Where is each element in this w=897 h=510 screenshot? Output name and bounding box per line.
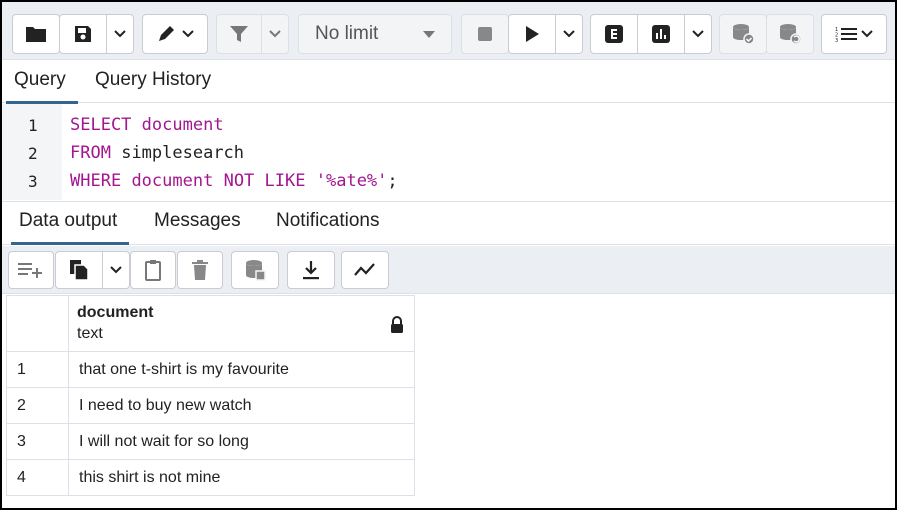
line-number: 3 (28, 172, 38, 191)
graph-visualiser-button[interactable] (341, 251, 389, 289)
filter-icon (230, 26, 248, 42)
caret-down-icon (423, 31, 435, 38)
keyword: LIKE (264, 171, 306, 191)
save-icon (75, 26, 91, 42)
execute-query-button[interactable] (508, 14, 556, 54)
tab-notifications[interactable]: Notifications (276, 210, 380, 232)
database-rollback-icon (780, 24, 802, 45)
macros-button[interactable]: 123 (821, 14, 887, 54)
paste-button[interactable] (130, 251, 176, 289)
row-number-header[interactable] (6, 295, 69, 352)
chevron-down-icon (861, 30, 873, 38)
identifier: simplesearch (121, 143, 245, 163)
download-icon (303, 261, 319, 280)
list-icon: 123 (835, 27, 857, 42)
table-row[interactable]: 4 this shirt is not mine (6, 459, 415, 496)
copy-button[interactable] (55, 251, 103, 289)
table-cell[interactable]: I will not wait for so long (68, 423, 415, 460)
query-tabs: Query Query History (2, 61, 895, 104)
trash-icon (192, 260, 208, 280)
add-row-button[interactable] (8, 251, 54, 289)
database-check-icon (733, 24, 755, 45)
code-line-1: SELECT document (70, 115, 224, 135)
tab-data-output[interactable]: Data output (10, 210, 130, 245)
results-grid: document text 1 that one t-shirt is my f… (6, 295, 415, 496)
row-limit-value: No limit (315, 23, 379, 44)
edit-button[interactable] (142, 14, 208, 54)
filter-options-dropdown[interactable] (261, 14, 289, 54)
pencil-icon (159, 26, 174, 41)
row-limit-select[interactable]: No limit (298, 14, 452, 54)
table-row[interactable]: 3 I will not wait for so long (6, 423, 415, 460)
chevron-down-icon (110, 266, 122, 274)
execute-options-dropdown[interactable] (555, 14, 583, 54)
stop-query-button[interactable] (461, 14, 509, 54)
stop-icon (478, 27, 492, 41)
line-number: 2 (28, 144, 38, 163)
keyword: SELECT (70, 115, 132, 135)
table-row[interactable]: 1 that one t-shirt is my favourite (6, 351, 415, 388)
lock-icon (391, 316, 403, 333)
keyword: FROM (70, 143, 111, 163)
column-type: text (77, 325, 103, 342)
column-header-document[interactable]: document text (68, 295, 415, 352)
result-tabs: Data output Messages Notifications (2, 201, 895, 245)
tab-query[interactable]: Query (6, 69, 78, 104)
database-save-icon (246, 260, 266, 281)
copy-options-dropdown[interactable] (102, 251, 130, 289)
keyword: WHERE (70, 171, 122, 191)
row-number[interactable]: 4 (6, 459, 69, 496)
table-row[interactable]: 2 I need to buy new watch (6, 387, 415, 424)
copy-icon (70, 260, 89, 281)
line-chart-icon (354, 263, 375, 276)
delete-row-button[interactable] (177, 251, 223, 289)
table-cell[interactable]: I need to buy new watch (68, 387, 415, 424)
chevron-down-icon (692, 30, 704, 38)
explain-button[interactable] (590, 14, 638, 54)
add-row-icon (18, 263, 42, 278)
keyword: document (141, 115, 224, 135)
download-button[interactable] (287, 251, 335, 289)
sql-editor[interactable]: 1 2 3 SELECT document FROM simplesearch … (2, 104, 895, 200)
svg-text:3: 3 (835, 38, 838, 42)
row-number[interactable]: 2 (6, 387, 69, 424)
keyword: document (131, 171, 214, 191)
semicolon: ; (387, 171, 398, 191)
rollback-button[interactable] (766, 14, 814, 54)
column-name: document (77, 304, 154, 321)
explain-options-dropdown[interactable] (684, 14, 712, 54)
save-file-button[interactable] (59, 14, 107, 54)
commit-button[interactable] (719, 14, 767, 54)
row-number[interactable]: 3 (6, 423, 69, 460)
keyword: NOT (223, 171, 255, 191)
line-number: 1 (28, 116, 38, 135)
row-number[interactable]: 1 (6, 351, 69, 388)
chevron-down-icon (114, 30, 126, 38)
code-line-2: FROM simplesearch (70, 143, 244, 163)
line-number-gutter: 1 2 3 (2, 104, 62, 200)
folder-icon (26, 27, 46, 42)
pgadmin-query-tool: No limit 123 Query Query History 1 2 3 S… (0, 0, 897, 510)
clipboard-icon (145, 260, 161, 281)
bar-chart-icon (652, 25, 670, 43)
tab-query-history[interactable]: Query History (95, 69, 211, 91)
play-icon (526, 26, 539, 42)
code-line-3: WHERE document NOT LIKE '%ate%'; (70, 171, 398, 191)
string-literal: '%ate%' (315, 171, 388, 191)
table-cell[interactable]: that one t-shirt is my favourite (68, 351, 415, 388)
save-options-dropdown[interactable] (106, 14, 134, 54)
explain-analyze-button[interactable] (637, 14, 685, 54)
tab-messages[interactable]: Messages (154, 210, 241, 232)
grid-header-row: document text (6, 295, 415, 352)
chevron-down-icon (563, 30, 575, 38)
result-toolbar (2, 246, 895, 294)
filter-button[interactable] (216, 14, 262, 54)
explain-icon (605, 25, 623, 43)
open-file-button[interactable] (12, 14, 60, 54)
main-toolbar: No limit 123 (2, 2, 895, 60)
chevron-down-icon (269, 30, 281, 38)
save-data-button[interactable] (231, 251, 279, 289)
table-cell[interactable]: this shirt is not mine (68, 459, 415, 496)
chevron-down-icon (182, 30, 194, 38)
